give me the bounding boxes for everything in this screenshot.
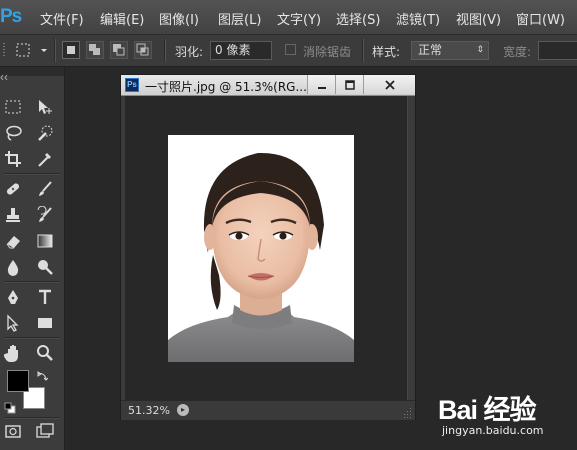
photoshop-doc-icon: Ps: [125, 78, 139, 92]
tools-panel: [0, 67, 65, 450]
photoshop-logo: Ps: [0, 6, 22, 27]
menu-window[interactable]: 窗口(W): [516, 9, 565, 28]
menu-file[interactable]: 文件(F): [40, 9, 84, 28]
options-grip[interactable]: [2, 41, 7, 59]
close-icon: [384, 79, 395, 90]
type-icon[interactable]: [35, 287, 55, 307]
rectangular-marquee-icon[interactable]: [3, 97, 23, 117]
tools-separator: [4, 337, 60, 339]
options-bar: 羽化: 0 像素 消除锯齿 样式: 正常 ⇕ 宽度:: [0, 35, 577, 67]
hand-icon[interactable]: [3, 343, 23, 363]
path-selection-icon[interactable]: [3, 313, 23, 333]
width-input[interactable]: [538, 41, 577, 60]
blur-icon[interactable]: [3, 257, 23, 277]
eraser-icon[interactable]: [3, 231, 23, 251]
intersect-selection-button[interactable]: [134, 41, 152, 59]
style-label: 样式:: [372, 45, 401, 59]
pen-icon[interactable]: [3, 287, 23, 307]
eyedropper-icon[interactable]: [35, 149, 55, 169]
tools-separator: [4, 173, 60, 175]
crop-icon[interactable]: [3, 149, 23, 169]
menu-layer[interactable]: 图层(L): [218, 9, 261, 28]
add-to-selection-button[interactable]: [86, 41, 104, 59]
feather-input[interactable]: 0 像素: [210, 41, 272, 60]
menu-type[interactable]: 文字(Y): [277, 9, 321, 28]
quick-selection-icon[interactable]: [35, 123, 55, 143]
menu-image[interactable]: 图像(I): [159, 9, 199, 28]
chevron-updown-icon: ⇕: [476, 45, 484, 55]
watermark-url: jingyan.baidu.com: [442, 424, 544, 437]
tools-separator: [4, 281, 60, 283]
menu-view[interactable]: 视图(V): [456, 9, 501, 28]
document-statusbar: 51.32% ▸: [121, 400, 415, 420]
portrait-photo[interactable]: [168, 135, 354, 362]
default-colors-icon[interactable]: [4, 399, 16, 414]
zoom-icon[interactable]: [35, 343, 55, 363]
swap-colors-icon[interactable]: [36, 367, 49, 381]
tools-panel-header[interactable]: [0, 67, 64, 81]
menu-bar: Ps 文件(F) 编辑(E) 图像(I) 图层(L) 文字(Y) 选择(S) 滤…: [0, 0, 577, 35]
lasso-icon[interactable]: [3, 123, 23, 143]
style-select-value: 正常: [418, 43, 443, 57]
menu-edit[interactable]: 编辑(E): [100, 9, 144, 28]
menu-filter[interactable]: 滤镜(T): [396, 9, 440, 28]
vertical-scrollbar[interactable]: [408, 96, 415, 400]
resize-grip-icon[interactable]: [402, 408, 412, 418]
antialias-label: 消除锯齿: [303, 45, 352, 59]
feather-label: 羽化:: [175, 45, 204, 59]
spot-healing-brush-icon[interactable]: [3, 179, 23, 199]
rectangle-shape-icon[interactable]: [35, 313, 55, 333]
brush-icon[interactable]: [35, 179, 55, 199]
minimize-icon: [317, 86, 326, 89]
style-select[interactable]: 正常 ⇕: [411, 41, 489, 60]
new-selection-button[interactable]: [62, 41, 80, 59]
options-separator: [362, 39, 364, 62]
foreground-color-swatch[interactable]: [7, 370, 29, 392]
maximize-button[interactable]: [335, 75, 363, 94]
width-label: 宽度:: [503, 45, 532, 59]
gradient-icon[interactable]: [35, 231, 55, 251]
document-titlebar[interactable]: Ps 一寸照片.jpg @ 51.3%(RG...: [121, 75, 415, 96]
options-separator: [54, 39, 56, 62]
move-tool-icon[interactable]: [35, 97, 55, 117]
menu-select[interactable]: 选择(S): [336, 9, 380, 28]
close-button[interactable]: [363, 75, 415, 94]
watermark-logo: Bai 经验: [438, 395, 537, 425]
canvas-area[interactable]: [125, 96, 407, 400]
screen-mode-icon[interactable]: [35, 421, 55, 441]
baidu-watermark: Bai 经验 jingyan.baidu.com: [430, 388, 577, 444]
antialias-checkbox[interactable]: [285, 44, 296, 55]
status-menu-icon[interactable]: ▸: [177, 404, 189, 416]
dodge-icon[interactable]: [35, 257, 55, 277]
subtract-from-selection-button[interactable]: [110, 41, 128, 59]
zoom-level[interactable]: 51.32%: [128, 404, 170, 417]
clone-stamp-icon[interactable]: [3, 205, 23, 225]
tool-preset-picker[interactable]: [14, 41, 50, 59]
history-brush-icon[interactable]: [35, 205, 55, 225]
quick-mask-icon[interactable]: [3, 421, 23, 441]
minimize-button[interactable]: [307, 75, 335, 94]
options-separator: [164, 39, 166, 62]
document-title: 一寸照片.jpg @ 51.3%(RG...: [145, 80, 307, 94]
tools-separator: [4, 417, 60, 419]
document-window[interactable]: Ps 一寸照片.jpg @ 51.3%(RG... 51.32% ▸: [120, 74, 416, 420]
maximize-icon: [344, 79, 355, 90]
